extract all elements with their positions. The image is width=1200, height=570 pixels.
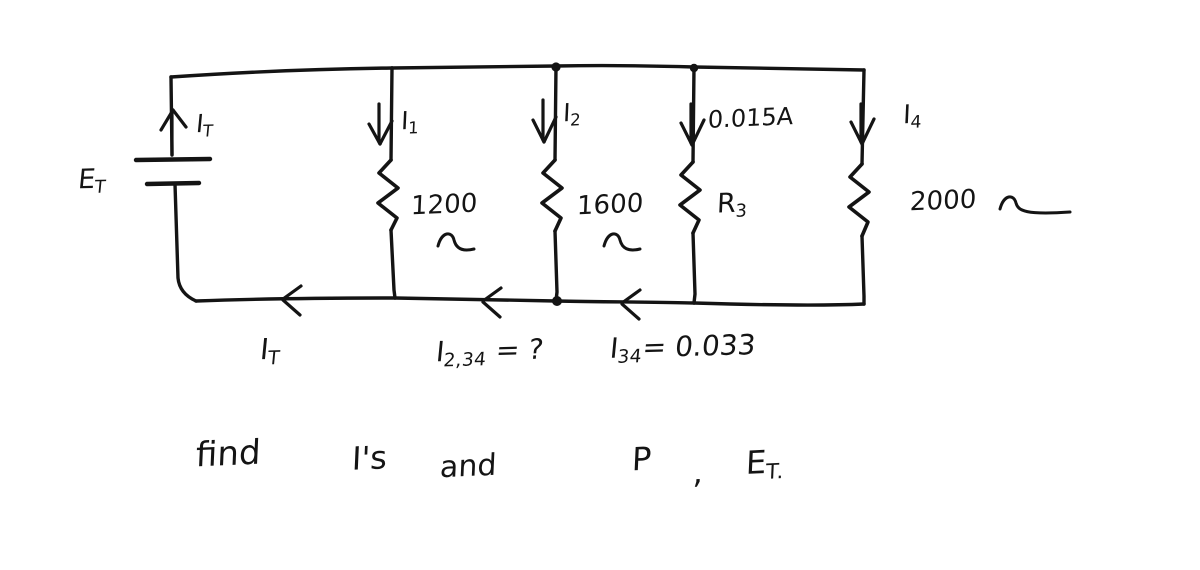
- bottom-arrowhead-i34: [620, 288, 642, 321]
- resistance-label-r2: 1600: [576, 188, 644, 222]
- node-dot-top-3: [689, 63, 699, 73]
- battery-plate-negative: [144, 180, 202, 187]
- question-word-and: and: [439, 447, 498, 486]
- question-word-et: ET.: [745, 442, 785, 484]
- resistance-label-r1: 1200: [410, 188, 478, 222]
- resistor-4-zigzag: [847, 162, 871, 238]
- omega-symbol-r1: [436, 232, 476, 252]
- omega-symbol-r2: [602, 232, 642, 252]
- branch-2-wire: [540, 62, 564, 306]
- battery-plate-positive: [133, 156, 213, 163]
- current-arrow-it-source: [159, 108, 188, 157]
- resistance-label-r4: 2000: [909, 184, 977, 218]
- branch-3-wire: [678, 63, 702, 305]
- current-arrow-i3: [679, 102, 706, 147]
- question-word-power: P: [631, 439, 653, 479]
- resistor-2-zigzag: [540, 158, 564, 233]
- question-word-currents: I's: [351, 438, 388, 478]
- bottom-label-it: IT: [258, 332, 282, 370]
- resistor-1-zigzag: [376, 158, 400, 232]
- current-label-i3: 0.015A: [707, 102, 794, 134]
- question-word-comma: ,: [692, 452, 705, 492]
- current-label-i1: I1: [400, 106, 420, 138]
- question-word-find: find: [195, 432, 262, 476]
- bottom-label-i34: I34= 0.033: [608, 328, 758, 368]
- omega-symbol-r4: [998, 195, 1072, 215]
- top-rail: [169, 63, 866, 79]
- bottom-label-i234: I2,34 = ?: [434, 332, 546, 372]
- worksheet-page: .wire { fill: none; stroke: #141414; str…: [0, 0, 1200, 570]
- current-arrow-i1: [367, 102, 394, 146]
- resistance-label-r3: R3: [716, 187, 748, 222]
- current-arrow-i2: [531, 98, 558, 144]
- circuit-diagram-drawing: .wire { fill: none; stroke: #141414; str…: [133, 62, 1072, 321]
- resistor-3-zigzag: [678, 160, 702, 235]
- node-dot-top-2: [551, 62, 561, 72]
- current-arrow-i4: [849, 102, 876, 146]
- branch-4-wire: [847, 68, 871, 306]
- branch-1-wire: [376, 66, 400, 300]
- current-label-i4: I4: [902, 100, 923, 133]
- bottom-arrowhead-i234: [481, 286, 503, 319]
- current-label-it-top: IT: [194, 109, 215, 141]
- bottom-rail: [194, 296, 866, 307]
- source-label-et: ET: [76, 163, 107, 198]
- bottom-arrowhead-it: [281, 284, 303, 317]
- current-label-i2: I2: [562, 98, 582, 130]
- node-dot-bottom-2: [552, 296, 562, 306]
